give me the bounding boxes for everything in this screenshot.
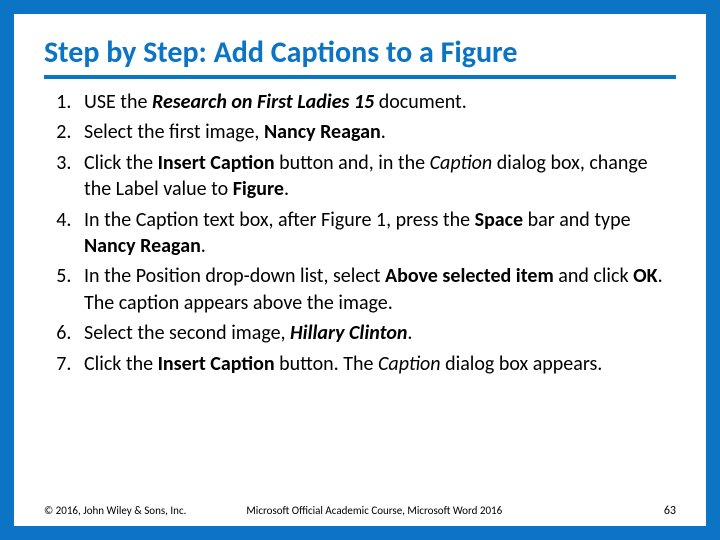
list-item: USE the Research on First Ladies 15 docu… (76, 89, 676, 115)
list-item: Select the second image, Hillary Clinton… (76, 320, 676, 346)
slide-footer: © 2016, John Wiley & Sons, Inc. Microsof… (44, 504, 676, 518)
list-item: In the Position drop-down list, select A… (76, 263, 676, 316)
title-underline (44, 75, 676, 79)
slide-title: Step by Step: Add Captions to a Figure (44, 36, 676, 69)
slide-frame: Step by Step: Add Captions to a Figure U… (0, 0, 720, 540)
footer-copyright: © 2016, John Wiley & Sons, Inc. (44, 504, 186, 517)
list-item: Click the Insert Caption button. The Cap… (76, 351, 676, 377)
footer-page-number: 63 (664, 504, 676, 518)
step-list: USE the Research on First Ladies 15 docu… (52, 89, 676, 377)
list-item: Select the first image, Nancy Reagan. (76, 119, 676, 145)
slide-content: Step by Step: Add Captions to a Figure U… (14, 14, 706, 377)
list-item: In the Caption text box, after Figure 1,… (76, 207, 676, 260)
list-item: Click the Insert Caption button and, in … (76, 150, 676, 203)
footer-course: Microsoft Official Academic Course, Micr… (186, 504, 663, 517)
